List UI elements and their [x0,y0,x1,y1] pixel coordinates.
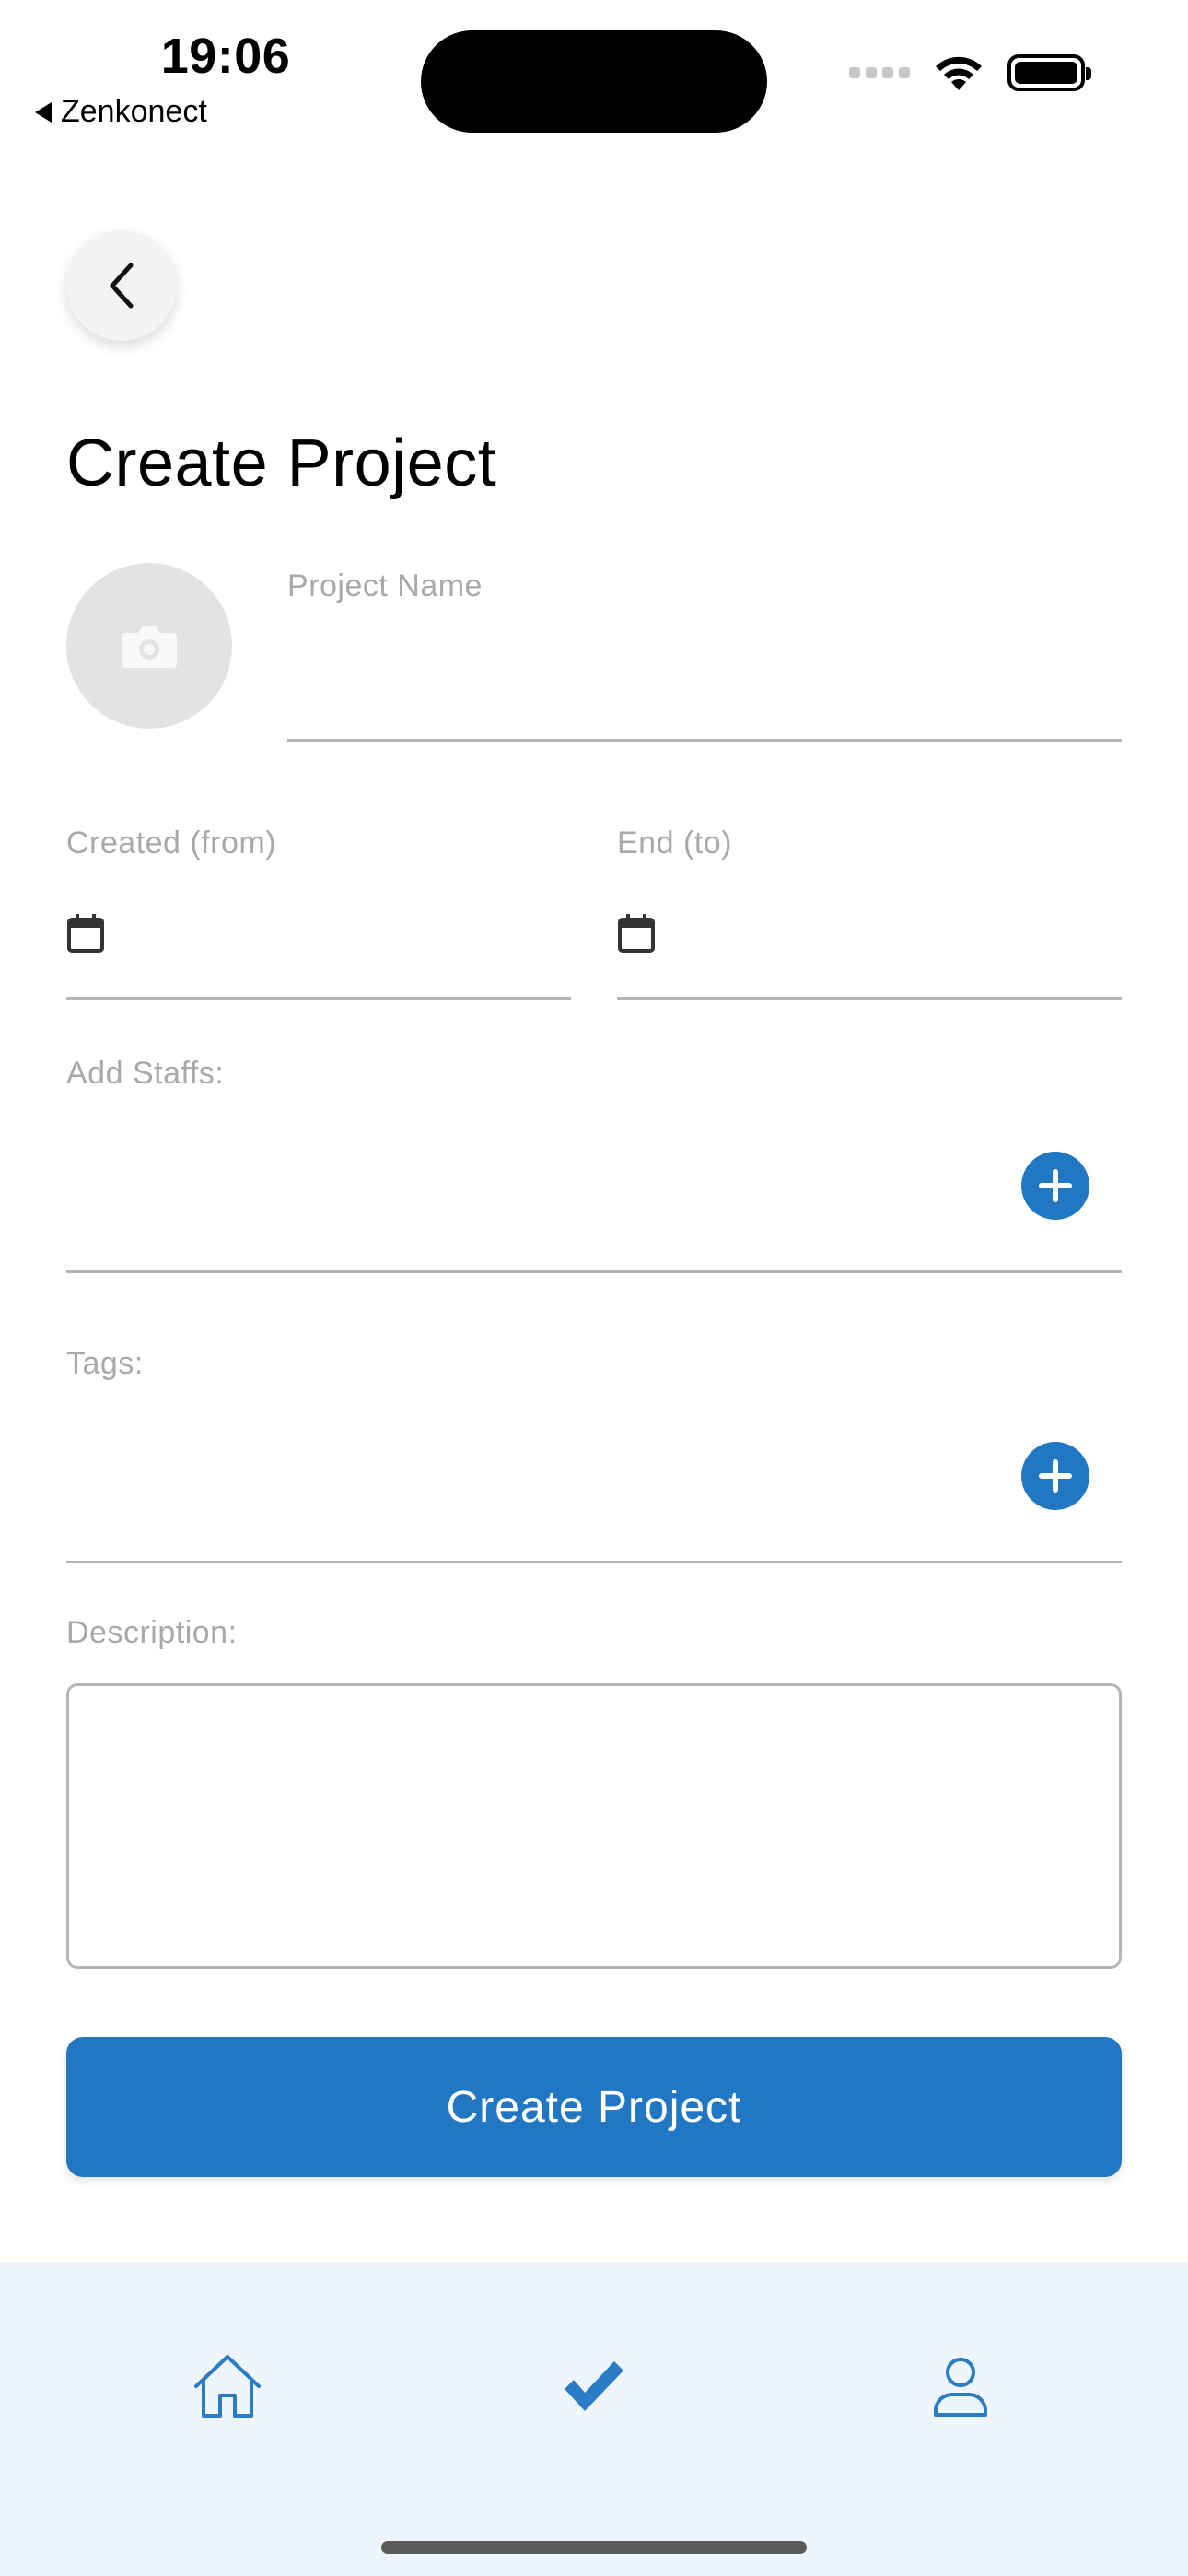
check-icon [565,2361,623,2411]
bottom-tab-bar [0,2262,1188,2576]
tags-label: Tags: [66,1346,144,1381]
back-triangle-icon [35,101,52,123]
create-project-button[interactable]: Create Project [66,2037,1122,2177]
tab-home[interactable] [172,2336,283,2437]
description-textarea[interactable] [66,1683,1122,1969]
battery-icon [1007,54,1091,91]
tab-tasks[interactable] [539,2336,649,2437]
created-from-date-field[interactable] [66,884,571,995]
back-button[interactable] [66,230,177,341]
create-project-screen: 19:06 Zenkonect Create Project Project N… [0,0,1188,2576]
dynamic-island [421,30,767,133]
created-from-underline [66,997,571,1000]
end-to-underline [617,997,1122,1000]
add-tag-button[interactable] [1021,1442,1089,1510]
profile-icon [934,2358,987,2417]
add-staff-button[interactable] [1021,1152,1089,1220]
plus-icon [1039,1169,1072,1202]
wifi-icon [936,56,982,90]
end-to-date-field[interactable] [617,884,1122,995]
description-label: Description: [66,1615,238,1650]
back-to-app-link[interactable]: Zenkonect [35,94,207,130]
end-to-label: End (to) [617,825,732,861]
status-time: 19:06 [160,29,291,84]
page-title: Create Project [66,427,497,500]
add-staffs-underline [66,1270,1122,1273]
plus-icon [1039,1459,1072,1493]
cellular-signal-icon [849,67,910,78]
project-name-input[interactable] [287,645,1122,700]
home-indicator [381,2541,807,2554]
camera-icon [122,626,177,668]
project-name-underline [287,739,1122,742]
tags-underline [66,1561,1122,1563]
status-icons [849,53,1091,92]
project-name-label: Project Name [287,568,483,603]
tab-profile[interactable] [905,2336,1016,2437]
add-staffs-label: Add Staffs: [66,1056,225,1091]
project-photo-picker[interactable] [66,563,232,729]
chevron-left-icon [110,263,134,309]
home-icon [194,2355,261,2418]
created-from-label: Created (from) [66,825,277,861]
back-app-label: Zenkonect [61,94,207,129]
